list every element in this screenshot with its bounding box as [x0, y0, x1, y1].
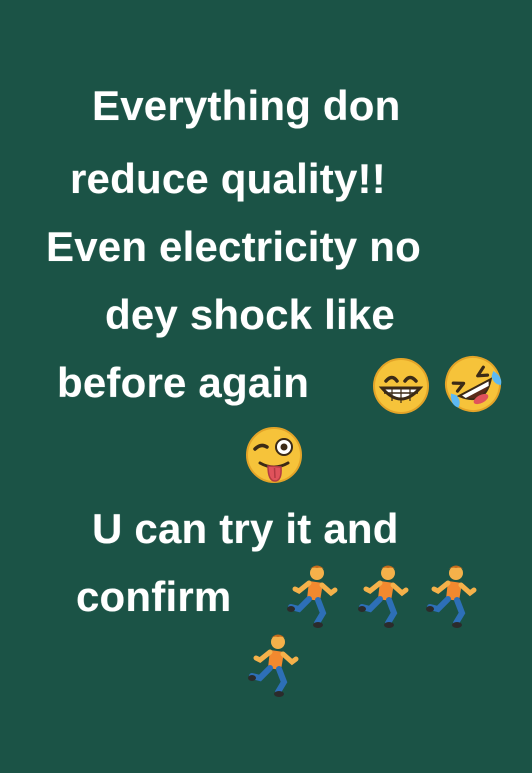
rolling-laughing-icon	[445, 356, 502, 412]
grinning-face-icon	[373, 358, 429, 414]
text-line-7: confirm	[76, 573, 232, 620]
text-line-1: Everything don	[92, 82, 401, 129]
man-running-icon-1	[287, 565, 338, 628]
man-running-icon-4	[248, 634, 299, 697]
text-line-3: Even electricity no	[46, 223, 421, 270]
man-running-icon-3	[426, 565, 477, 628]
text-line-2: reduce quality!!	[70, 155, 386, 202]
winking-tongue-icon	[246, 427, 302, 483]
man-running-icon-2	[358, 565, 409, 628]
text-line-4: dey shock like	[105, 291, 395, 338]
post-card: Everything don reduce quality!! Even ele…	[0, 0, 532, 773]
text-line-6: U can try it and	[92, 505, 399, 552]
text-line-5: before again	[57, 359, 310, 406]
